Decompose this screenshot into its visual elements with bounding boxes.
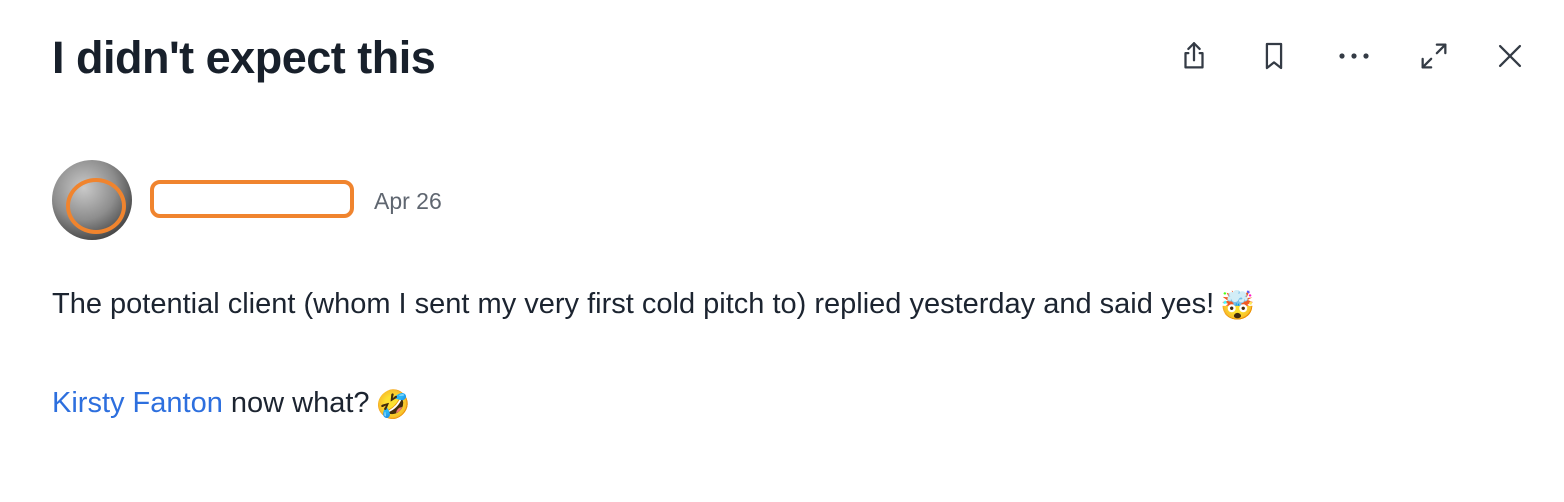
user-mention-link[interactable]: Kirsty Fanton [52,387,223,419]
post-paragraph: Kirsty Fanton now what? 🤣 [52,381,1512,427]
share-button[interactable] [1174,36,1214,76]
mind-blown-emoji-icon: 🤯 [1220,289,1255,322]
post-title: I didn't expect this [52,32,436,83]
post-header: I didn't expect this [52,28,1522,88]
paragraph-text: The potential client (whom I sent my ver… [52,288,1215,320]
post-toolbar [1132,36,1522,76]
close-icon [1493,39,1527,73]
more-options-button[interactable] [1334,36,1374,76]
bookmark-icon [1257,39,1291,73]
close-button[interactable] [1490,36,1530,76]
post-paragraph: The potential client (whom I sent my ver… [52,282,1512,328]
author-name-redacted [150,180,354,218]
post-modal: I didn't expect this Apr 26 The potentia… [0,0,1564,502]
share-icon [1177,39,1211,73]
bookmark-button[interactable] [1254,36,1294,76]
expand-button[interactable] [1414,36,1454,76]
redaction-mark [66,178,126,234]
author-row: Apr 26 [52,158,752,242]
paragraph-text: now what? [222,387,370,419]
more-icon [1336,50,1372,62]
expand-icon [1417,39,1451,73]
post-body: The potential client (whom I sent my ver… [52,282,1512,427]
avatar[interactable] [52,160,132,240]
post-date: Apr 26 [374,188,442,214]
laughing-emoji-icon: 🤣 [375,388,411,421]
